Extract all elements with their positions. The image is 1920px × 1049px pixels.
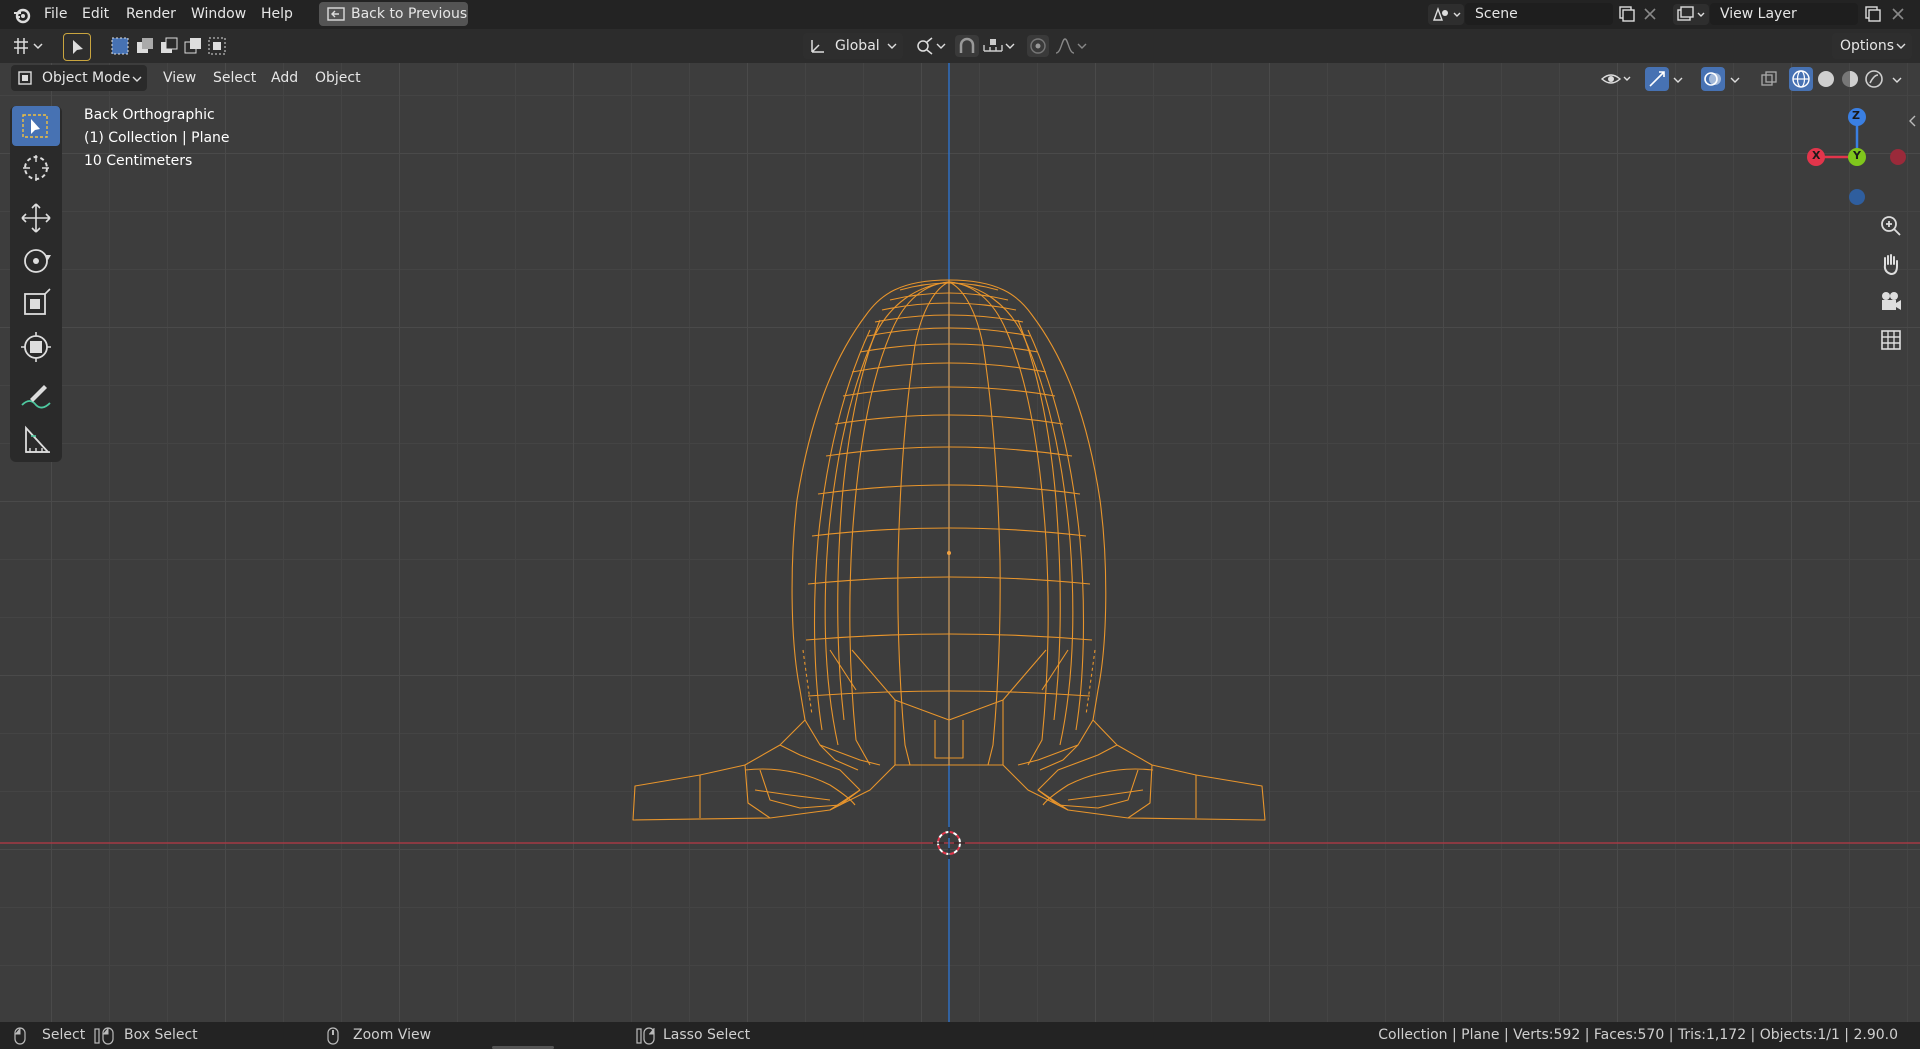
transform-orientation-dropdown[interactable]: Global [803,33,903,59]
select-mode-extend-icon[interactable] [135,36,155,56]
rendered-shading-icon[interactable] [1862,67,1886,91]
object-origin [947,551,951,555]
orientation-icon [809,37,827,55]
new-view-layer-icon[interactable] [1862,5,1882,23]
solid-shading-icon[interactable] [1814,67,1838,91]
3d-viewport[interactable] [0,63,1920,1022]
wireframe-shading-icon[interactable] [1789,67,1813,91]
view-name-text: Back Orthographic [84,107,215,123]
navigation-gizmo[interactable]: Z X Y [1800,100,1910,210]
measure-tool[interactable] [12,420,60,460]
mouse-drag-icon [94,1027,118,1045]
proportional-falloff-icon[interactable] [1053,35,1089,57]
menu-render[interactable]: Render [126,4,176,24]
viewport-scene [0,63,1920,1022]
editor-type-icon[interactable] [10,34,50,58]
shading-chevron-icon[interactable] [1891,75,1903,85]
delete-scene-icon[interactable] [1642,6,1658,22]
view-layer-name-text: View Layer [1720,6,1797,22]
status-select-label: Select [42,1027,86,1043]
material-shading-icon[interactable] [1838,67,1862,91]
select-mode-set-icon[interactable] [110,36,130,56]
gizmo-toggle-icon[interactable] [1645,67,1669,91]
view-layer-name-field[interactable]: View Layer [1710,3,1858,25]
object-mode-icon [17,70,33,86]
camera-view-icon[interactable] [1875,286,1907,318]
delete-view-layer-icon[interactable] [1890,6,1906,22]
overlays-toggle-icon[interactable] [1701,67,1725,91]
chevron-down-icon [1896,42,1906,50]
select-box-tool[interactable] [12,106,60,146]
gizmo-chevron-icon[interactable] [1672,75,1684,85]
overlays-chevron-icon[interactable] [1729,75,1741,85]
rotate-tool[interactable] [12,241,60,281]
top-bar: File Edit Render Window Help Back to Pre… [0,0,1920,29]
mouse-left-icon [14,1027,26,1045]
scene-statistics: Collection | Plane | Verts:592 | Faces:5… [1378,1027,1898,1043]
back-to-previous-button[interactable]: Back to Previous [319,2,468,26]
add-menu[interactable]: Add [271,66,298,91]
new-scene-icon[interactable] [1616,5,1636,23]
menu-window[interactable]: Window [191,4,246,24]
gizmo-z-label: Z [1852,109,1860,122]
scale-tool[interactable] [12,284,60,324]
scene-name-field[interactable]: Scene [1465,3,1613,25]
scene-type-icon[interactable] [1428,4,1464,25]
select-menu[interactable]: Select [213,66,256,91]
mesh-wireframe [632,279,1266,821]
view-layer-type-icon[interactable] [1673,4,1709,25]
menu-help[interactable]: Help [261,4,293,24]
back-to-previous-label: Back to Previous [351,6,468,22]
status-bar: Select Box Select Zoom View Lasso Select… [0,1022,1920,1049]
mouse-middle-icon [327,1027,339,1045]
menu-edit[interactable]: Edit [82,4,109,24]
pan-hand-icon[interactable] [1875,248,1907,280]
cursor-tool[interactable] [12,148,60,188]
mouse-right-icon [636,1027,656,1045]
visibility-icon[interactable] [1600,67,1634,91]
view-menu[interactable]: View [163,66,196,91]
xray-toggle-icon[interactable] [1757,67,1781,91]
menu-file[interactable]: File [44,4,67,24]
status-box-select-label: Box Select [124,1027,198,1043]
object-mode-dropdown[interactable]: Object Mode [11,65,147,91]
orientation-label: Global [835,38,880,54]
snap-toggle-icon[interactable] [955,35,979,57]
status-zoom-view-label: Zoom View [353,1027,432,1043]
zoom-icon[interactable] [1875,210,1907,242]
snap-target-icon[interactable] [981,35,1017,57]
options-dropdown[interactable]: Options [1832,33,1912,59]
gizmo-x-label: X [1812,149,1821,162]
select-mode-intersect-icon[interactable] [207,36,227,56]
gizmo-y-label: Y [1853,149,1861,162]
chevron-down-icon [887,42,897,50]
select-tool-icon[interactable] [63,33,91,61]
object-menu[interactable]: Object [315,66,361,91]
object-mode-label: Object Mode [42,70,131,86]
select-mode-difference-icon[interactable] [183,36,203,56]
grid-scale-text: 10 Centimeters [84,153,193,169]
annotate-tool[interactable] [12,377,60,417]
blender-logo-icon[interactable] [12,5,32,25]
perspective-grid-icon[interactable] [1875,324,1907,356]
collection-text: (1) Collection | Plane [84,130,230,146]
scene-name-text: Scene [1475,6,1518,22]
status-lasso-select-label: Lasso Select [663,1027,751,1043]
pivot-point-icon[interactable] [913,35,949,57]
back-icon [327,6,345,22]
select-mode-subtract-icon[interactable] [159,36,179,56]
options-label: Options [1840,38,1895,54]
move-tool[interactable] [12,198,60,238]
transform-tool[interactable] [12,327,60,367]
proportional-editing-icon[interactable] [1027,35,1049,57]
tool-header: Global Options [0,29,1920,63]
chevron-down-icon [132,75,142,83]
